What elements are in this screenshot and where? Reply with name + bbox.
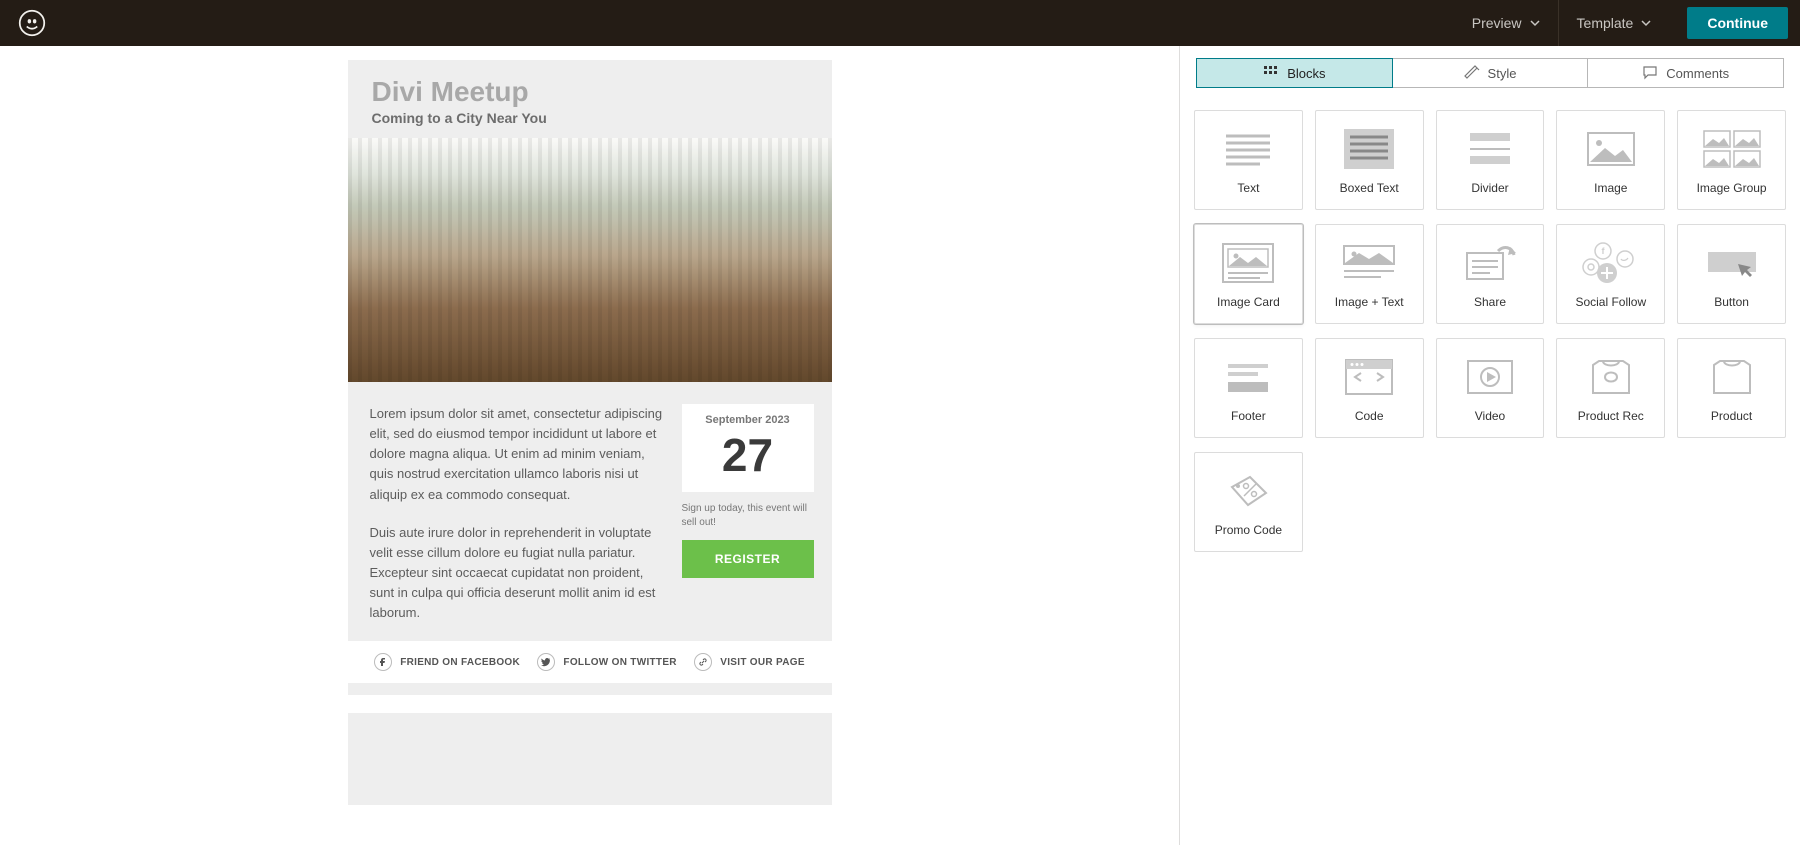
block-label: Code bbox=[1355, 409, 1384, 423]
date-card: September 2023 27 bbox=[682, 404, 814, 492]
block-label: Footer bbox=[1231, 409, 1266, 423]
sidebar: Blocks Style Comments Text Boxed Text bbox=[1180, 46, 1800, 845]
block-share[interactable]: Share bbox=[1436, 224, 1545, 324]
footer-block-icon bbox=[1213, 351, 1283, 403]
chevron-down-icon bbox=[1641, 18, 1651, 28]
body-text: Lorem ipsum dolor sit amet, consectetur … bbox=[370, 404, 664, 623]
svg-text:f: f bbox=[1601, 246, 1605, 256]
register-button[interactable]: REGISTER bbox=[682, 540, 814, 578]
facebook-link[interactable]: FRIEND ON FACEBOOK bbox=[374, 653, 520, 671]
block-divider[interactable]: Divider bbox=[1436, 110, 1545, 210]
image-text-block-icon bbox=[1334, 237, 1404, 289]
block-label: Text bbox=[1237, 181, 1259, 195]
video-block-icon bbox=[1455, 351, 1525, 403]
preview-label: Preview bbox=[1472, 15, 1522, 31]
template-label: Template bbox=[1577, 15, 1634, 31]
blocks-icon bbox=[1263, 65, 1279, 81]
template-dropdown[interactable]: Template bbox=[1559, 0, 1670, 46]
image-block-icon bbox=[1576, 123, 1646, 175]
product-rec-block-icon bbox=[1576, 351, 1646, 403]
product-block-icon bbox=[1697, 351, 1767, 403]
sidebar-tabs: Blocks Style Comments bbox=[1180, 46, 1800, 88]
tab-comments[interactable]: Comments bbox=[1588, 58, 1784, 88]
tab-comments-label: Comments bbox=[1666, 66, 1729, 81]
code-block-icon bbox=[1334, 351, 1404, 403]
twitter-label: FOLLOW ON TWITTER bbox=[563, 657, 676, 668]
tab-style-label: Style bbox=[1488, 66, 1517, 81]
boxed-text-block-icon bbox=[1334, 123, 1404, 175]
block-label: Button bbox=[1714, 295, 1749, 309]
block-image-text[interactable]: Image + Text bbox=[1315, 224, 1424, 324]
body-paragraph: Lorem ipsum dolor sit amet, consectetur … bbox=[370, 404, 664, 505]
email-subtitle: Coming to a City Near You bbox=[372, 110, 808, 126]
style-icon bbox=[1464, 65, 1480, 81]
block-video[interactable]: Video bbox=[1436, 338, 1545, 438]
continue-button[interactable]: Continue bbox=[1687, 7, 1788, 39]
link-icon bbox=[694, 653, 712, 671]
text-block-icon bbox=[1213, 123, 1283, 175]
block-label: Image + Text bbox=[1335, 295, 1404, 309]
block-label: Divider bbox=[1471, 181, 1508, 195]
twitter-icon bbox=[537, 653, 555, 671]
facebook-icon bbox=[374, 653, 392, 671]
button-block-icon bbox=[1697, 237, 1767, 289]
block-button[interactable]: Button bbox=[1677, 224, 1786, 324]
block-promo-code[interactable]: Promo Code bbox=[1194, 452, 1303, 552]
block-label: Boxed Text bbox=[1340, 181, 1399, 195]
spacer-block[interactable] bbox=[348, 695, 832, 713]
share-block-icon bbox=[1455, 237, 1525, 289]
social-follow-block-icon: f bbox=[1576, 237, 1646, 289]
image-group-block-icon bbox=[1697, 123, 1767, 175]
block-product-rec[interactable]: Product Rec bbox=[1556, 338, 1665, 438]
date-day: 27 bbox=[688, 432, 808, 478]
block-label: Video bbox=[1475, 409, 1505, 423]
block-code[interactable]: Code bbox=[1315, 338, 1424, 438]
block-footer[interactable]: Footer bbox=[1194, 338, 1303, 438]
sellout-text: Sign up today, this event will sell out! bbox=[682, 502, 814, 530]
canvas-area[interactable]: Divi Meetup Coming to a City Near You Lo… bbox=[0, 46, 1180, 845]
top-bar: Preview Template Continue bbox=[0, 0, 1800, 46]
facebook-label: FRIEND ON FACEBOOK bbox=[400, 657, 520, 668]
block-label: Image bbox=[1594, 181, 1627, 195]
divider-block-icon bbox=[1455, 123, 1525, 175]
image-card-block-icon bbox=[1213, 237, 1283, 289]
block-product[interactable]: Product bbox=[1677, 338, 1786, 438]
date-month: September 2023 bbox=[688, 414, 808, 426]
mailchimp-logo-icon[interactable] bbox=[18, 9, 46, 37]
block-image-card[interactable]: Image Card bbox=[1194, 224, 1303, 324]
blocks-grid: Text Boxed Text Divider Image Image Grou… bbox=[1180, 88, 1800, 574]
tab-style[interactable]: Style bbox=[1393, 58, 1589, 88]
block-social-follow[interactable]: f Social Follow bbox=[1556, 224, 1665, 324]
social-row: FRIEND ON FACEBOOK FOLLOW ON TWITTER VIS… bbox=[348, 641, 832, 683]
block-image-group[interactable]: Image Group bbox=[1677, 110, 1786, 210]
visit-page-label: VISIT OUR PAGE bbox=[720, 657, 805, 668]
preview-dropdown[interactable]: Preview bbox=[1454, 0, 1559, 46]
chevron-down-icon bbox=[1530, 18, 1540, 28]
tab-blocks-label: Blocks bbox=[1287, 66, 1325, 81]
hero-image[interactable] bbox=[348, 138, 832, 382]
block-label: Share bbox=[1474, 295, 1506, 309]
email-preview[interactable]: Divi Meetup Coming to a City Near You Lo… bbox=[348, 60, 832, 805]
block-label: Social Follow bbox=[1575, 295, 1646, 309]
block-boxed-text[interactable]: Boxed Text bbox=[1315, 110, 1424, 210]
block-label: Image Card bbox=[1217, 295, 1280, 309]
visit-page-link[interactable]: VISIT OUR PAGE bbox=[694, 653, 805, 671]
twitter-link[interactable]: FOLLOW ON TWITTER bbox=[537, 653, 676, 671]
body-paragraph: Duis aute irure dolor in reprehenderit i… bbox=[370, 523, 664, 624]
block-image[interactable]: Image bbox=[1556, 110, 1665, 210]
tab-blocks[interactable]: Blocks bbox=[1196, 58, 1393, 88]
block-label: Product Rec bbox=[1578, 409, 1644, 423]
promo-code-block-icon bbox=[1213, 465, 1283, 517]
block-text[interactable]: Text bbox=[1194, 110, 1303, 210]
block-label: Image Group bbox=[1697, 181, 1767, 195]
block-label: Promo Code bbox=[1215, 523, 1282, 537]
email-title: Divi Meetup bbox=[372, 76, 808, 108]
block-label: Product bbox=[1711, 409, 1752, 423]
comments-icon bbox=[1642, 65, 1658, 81]
